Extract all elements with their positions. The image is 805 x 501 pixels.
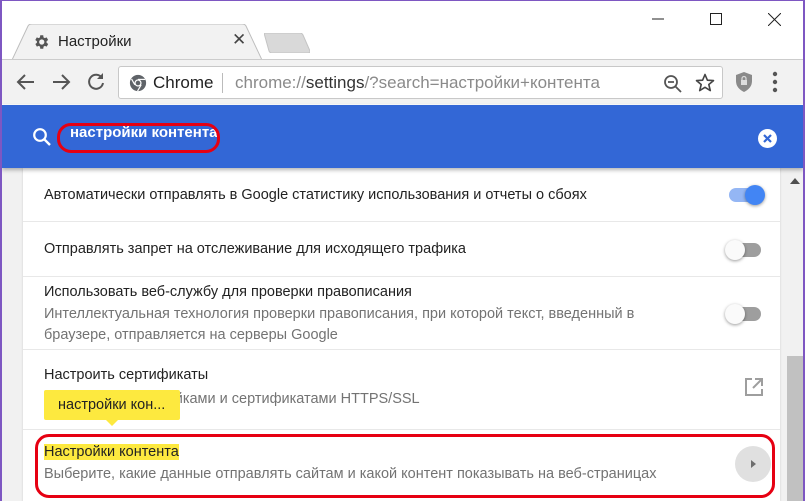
tab-settings[interactable]: Настройки ✕ — [12, 24, 262, 60]
close-window-button[interactable] — [745, 1, 803, 37]
subtitle-line: Интеллектуальная технология проверки пра… — [44, 306, 635, 322]
url-scheme: chrome:// — [235, 73, 306, 92]
clear-search-button[interactable] — [758, 129, 777, 148]
search-icon — [33, 128, 51, 146]
setting-subtitle: Выберите, какие данные отправлять сайтам… — [44, 466, 657, 482]
usage-stats-toggle[interactable] — [725, 184, 765, 205]
settings-card: Автоматически отправлять в Google статис… — [23, 168, 780, 501]
window-controls — [629, 1, 803, 37]
bookmark-star-icon[interactable] — [695, 73, 715, 93]
setting-row-usage-stats[interactable]: Автоматически отправлять в Google статис… — [23, 168, 780, 222]
back-arrow-icon — [16, 74, 34, 90]
vertical-scrollbar[interactable] — [787, 168, 803, 501]
url-path: /?search=настройки+контента — [364, 73, 600, 92]
setting-row-spellcheck[interactable]: Использовать веб-службу для проверки пра… — [23, 277, 780, 350]
setting-row-do-not-track[interactable]: Отправлять запрет на отслеживание для ис… — [23, 222, 780, 277]
url-host: settings — [305, 73, 365, 92]
setting-title: Настройки контента — [44, 444, 179, 460]
omnibox-separator — [222, 73, 223, 93]
close-icon — [767, 12, 781, 26]
subtitle-line: браузере, отправляется на серверы Google — [44, 327, 338, 343]
url-text[interactable]: chrome://settings/?search=настройки+конт… — [235, 73, 600, 93]
setting-subtitle: Интеллектуальная технология проверки пра… — [44, 304, 634, 346]
tab-close-icon[interactable]: ✕ — [232, 30, 246, 50]
setting-title: Автоматически отправлять в Google статис… — [44, 187, 587, 203]
zoom-out-icon[interactable] — [663, 74, 683, 94]
open-external-icon[interactable] — [745, 378, 763, 396]
spellcheck-toggle[interactable] — [725, 303, 765, 324]
reload-button[interactable] — [84, 70, 108, 94]
setting-row-content-settings[interactable]: Настройки контента Выберите, какие данны… — [23, 430, 780, 501]
scroll-up-arrow-icon[interactable] — [790, 178, 800, 184]
chevron-right-icon — [751, 460, 756, 468]
gear-icon — [35, 35, 49, 49]
more-menu-icon[interactable] — [772, 70, 778, 94]
maximize-button[interactable] — [687, 1, 745, 37]
tab-strip: Настройки ✕ — [2, 1, 803, 60]
scrollbar-thumb[interactable] — [787, 356, 803, 501]
toggle-knob — [745, 185, 765, 205]
open-content-settings-button[interactable] — [735, 446, 771, 482]
forward-arrow-icon — [53, 74, 71, 90]
minimize-icon — [652, 18, 664, 20]
security-chip-label: Chrome — [153, 73, 214, 92]
search-match-highlight: Настройки контента — [44, 444, 179, 460]
shield-extension-icon[interactable] — [734, 71, 754, 93]
tab-title: Настройки — [58, 33, 132, 50]
settings-search-input[interactable] — [70, 124, 370, 141]
setting-title: Использовать веб-службу для проверки пра… — [44, 284, 412, 300]
toggle-knob — [725, 304, 745, 324]
minimize-button[interactable] — [629, 1, 687, 37]
search-match-tooltip: настройки кон... — [44, 390, 180, 426]
address-bar[interactable]: Chrome chrome://settings/?search=настрой… — [118, 66, 723, 99]
settings-search-header — [2, 105, 803, 168]
setting-title: Настроить сертификаты — [44, 367, 209, 383]
toggle-knob — [725, 240, 745, 260]
close-icon — [763, 134, 772, 143]
settings-content: Автоматически отправлять в Google статис… — [2, 168, 803, 501]
reload-icon — [88, 73, 104, 90]
back-button[interactable] — [14, 70, 38, 94]
browser-toolbar: Chrome chrome://settings/?search=настрой… — [2, 59, 803, 104]
browser-window: Настройки ✕ Chrome chrome://settings/?se… — [0, 0, 805, 501]
chrome-logo-icon — [129, 74, 147, 92]
new-tab-button[interactable] — [264, 33, 310, 53]
do-not-track-toggle[interactable] — [725, 239, 765, 260]
setting-title: Отправлять запрет на отслеживание для ис… — [44, 241, 466, 257]
maximize-icon — [710, 13, 722, 25]
forward-button[interactable] — [49, 70, 73, 94]
